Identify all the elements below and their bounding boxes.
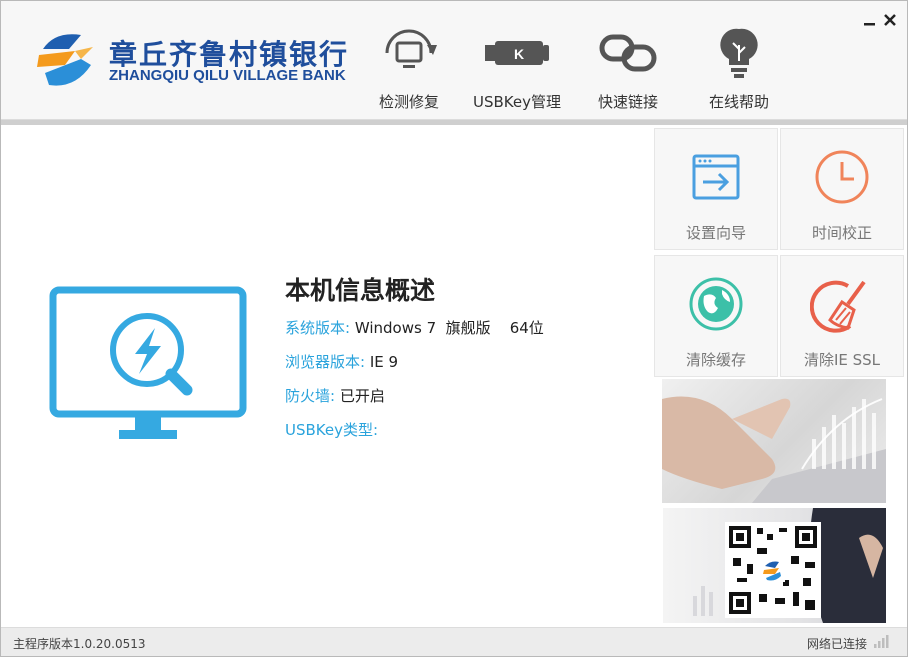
clock-icon — [815, 150, 869, 204]
toolbar-label: 检测修复 — [378, 93, 439, 111]
setup-wizard-icon — [692, 154, 740, 200]
info-value: IE 9 — [369, 353, 399, 371]
brand-name-en: ZHANGQIU QILU VILLAGE BANK — [109, 67, 346, 84]
svg-text:K: K — [514, 46, 524, 62]
toolbar-label: USBKey管理 — [473, 93, 561, 111]
lightbulb-icon — [720, 28, 758, 78]
info-row-firewall: 防火墙: 已开启 — [285, 379, 645, 413]
info-value: Windows 7 旗舰版 64位 — [354, 319, 544, 337]
info-label: 系统版本: — [285, 319, 351, 337]
tile-clear-ie-ssl[interactable]: 清除IE SSL — [780, 255, 904, 377]
tile-label: 清除IE SSL — [803, 351, 881, 369]
toolbar-detect-repair-button[interactable]: 检测修复 — [359, 23, 459, 115]
system-info-panel: 本机信息概述 系统版本: Windows 7 旗舰版 64位 浏览器版本: IE… — [285, 271, 645, 447]
toolbar-quick-link-button[interactable]: 快速链接 — [578, 23, 678, 115]
tile-time-correct[interactable]: 时间校正 — [780, 128, 904, 250]
bank-logo-icon — [37, 34, 93, 86]
toolbar-online-help-button[interactable]: 在线帮助 — [689, 23, 789, 115]
tile-label: 设置向导 — [685, 224, 746, 242]
tile-label: 清除缓存 — [685, 351, 746, 369]
tile-label: 时间校正 — [811, 224, 872, 242]
header: 章丘齐鲁村镇银行 ZHANGQIU QILU VILLAGE BANK 检测修复… — [1, 1, 907, 120]
info-row-os: 系统版本: Windows 7 旗舰版 64位 — [285, 311, 645, 345]
minimize-icon[interactable] — [863, 13, 877, 27]
broom-icon — [810, 280, 866, 333]
toolbar-label: 在线帮助 — [708, 93, 769, 111]
network-status: 网络已连接 — [806, 637, 867, 651]
monitor-search-icon — [49, 286, 247, 439]
info-label: USBKey类型: — [285, 421, 379, 439]
globe-icon — [689, 277, 743, 331]
info-title: 本机信息概述 — [285, 276, 436, 305]
program-version: 主程序版本1.0.20.0513 — [13, 637, 146, 651]
status-bar: 主程序版本1.0.20.0513 网络已连接 — [1, 627, 907, 656]
hands-chart-illustration — [662, 396, 886, 503]
main-window: 章丘齐鲁村镇银行 ZHANGQIU QILU VILLAGE BANK 检测修复… — [0, 0, 908, 657]
promo-image-hands[interactable] — [662, 379, 886, 503]
signal-strength-icon — [874, 635, 889, 648]
close-icon[interactable] — [883, 13, 897, 27]
info-value: 已开启 — [339, 387, 385, 405]
tile-clear-cache[interactable]: 清除缓存 — [654, 255, 778, 377]
promo-image-qrcode[interactable] — [663, 508, 886, 623]
info-label: 浏览器版本: — [285, 353, 366, 371]
info-label: 防火墙: — [285, 387, 336, 405]
toolbar-usbkey-button[interactable]: K USBKey管理 — [467, 23, 567, 115]
usbkey-icon: K — [485, 41, 549, 65]
toolbar-label: 快速链接 — [597, 93, 658, 111]
header-divider — [1, 120, 907, 125]
info-row-usbkey: USBKey类型: — [285, 413, 645, 447]
info-row-browser: 浏览器版本: IE 9 — [285, 345, 645, 379]
monitor-refresh-icon — [385, 29, 437, 68]
qrcode-banner-illustration — [693, 508, 886, 623]
link-icon — [599, 34, 657, 72]
tile-setup-wizard[interactable]: 设置向导 — [654, 128, 778, 250]
